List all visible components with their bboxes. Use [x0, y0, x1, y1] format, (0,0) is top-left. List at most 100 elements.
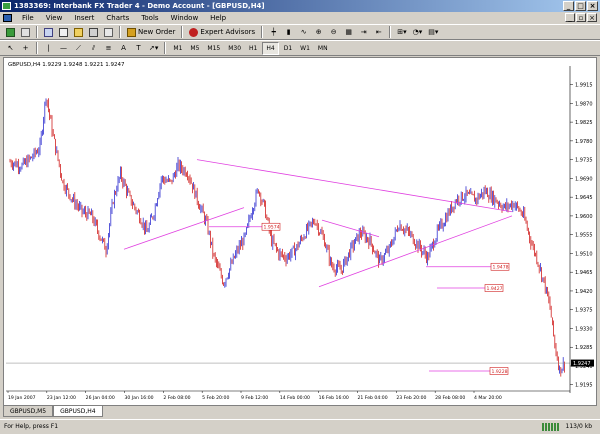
chart-close-button[interactable]: × [587, 13, 597, 22]
price-tick-label: 1.9330 [575, 326, 593, 332]
timeframe-d1[interactable]: D1 [281, 42, 295, 55]
time-tick-label: 14 Feb 00:00 [280, 395, 310, 401]
navigator-button[interactable] [72, 26, 85, 39]
arrows-button[interactable]: ➚▾ [147, 42, 160, 55]
chart-header: GBPUSD,H4 1.9229 1.9248 1.9221 1.9247 [8, 62, 125, 68]
label-button[interactable]: T [132, 42, 145, 55]
expert-advisors-label: Expert Advisors [200, 28, 256, 36]
menu-help[interactable]: Help [204, 14, 232, 22]
market-watch-button[interactable] [42, 26, 55, 39]
time-tick-label: 2 Feb 08:00 [163, 395, 190, 401]
bar-chart-button[interactable]: ┿ [267, 26, 280, 39]
line-chart-button[interactable]: ∿ [297, 26, 310, 39]
new-chart-icon [6, 27, 15, 37]
text-button[interactable]: A [117, 42, 130, 55]
timeframe-w1[interactable]: W1 [297, 42, 313, 55]
maximize-button[interactable]: □ [575, 1, 586, 11]
trendline [321, 219, 380, 238]
timeframe-h4[interactable]: H4 [262, 41, 279, 55]
expert-advisors-icon [189, 27, 199, 37]
zoom-out-icon: ⊖ [330, 28, 337, 36]
price-chart[interactable]: GBPUSD,H4 1.9229 1.9248 1.9221 1.9247 1.… [4, 58, 596, 405]
price-label: 1.9427 [487, 286, 503, 292]
data-window-button[interactable] [57, 26, 70, 39]
timeframe-h1[interactable]: H1 [246, 42, 260, 55]
tile-windows-button[interactable]: ▦ [342, 26, 355, 39]
price-tick-label: 1.9375 [575, 308, 593, 314]
price-tick-label: 1.9195 [575, 383, 593, 389]
zoom-in-button[interactable]: ⊕ [312, 26, 325, 39]
trendline [318, 215, 513, 288]
close-button[interactable]: × [587, 1, 598, 11]
toolbar-separator [389, 26, 392, 38]
arrow-icon: ➚▾ [149, 44, 159, 52]
indicators-button[interactable]: ⊞▾ [395, 26, 408, 39]
cursor-button[interactable]: ↖ [4, 42, 17, 55]
profiles-icon [21, 27, 30, 37]
trendline-icon: ⟋ [76, 43, 81, 52]
toolbar-separator [36, 26, 38, 38]
new-order-icon [127, 27, 136, 37]
chart-window[interactable]: GBPUSD,H4 1.9229 1.9248 1.9221 1.9247 1.… [3, 57, 597, 406]
timeframe-m5[interactable]: M5 [187, 42, 202, 55]
horizontal-line-button[interactable]: — [57, 42, 70, 55]
price-tick-label: 1.9465 [575, 270, 593, 276]
menu-window[interactable]: Window [165, 14, 205, 22]
candlestick-icon: ▮ [286, 28, 291, 36]
menu-insert[interactable]: Insert [68, 14, 100, 22]
price-tick-label: 1.9645 [575, 195, 593, 201]
expert-advisors-button[interactable]: Expert Advisors [187, 26, 257, 39]
vertical-line-button[interactable]: | [42, 42, 55, 55]
tab-gbpusd-h4[interactable]: GBPUSD,H4 [53, 406, 103, 417]
timeframe-m30[interactable]: M30 [225, 42, 244, 55]
candlestick-button[interactable]: ▮ [282, 26, 295, 39]
trendline [196, 159, 513, 213]
toolbar-separator [119, 26, 121, 38]
price-tick-label: 1.9915 [575, 83, 593, 89]
menu-file[interactable]: File [16, 14, 40, 22]
time-tick-label: 28 Feb 08:00 [435, 395, 465, 401]
price-tick-label: 1.9825 [575, 120, 593, 126]
chart-restore-button[interactable]: ▫ [576, 13, 586, 22]
candles-layer [9, 98, 565, 377]
status-traffic: 113/0 kb [565, 423, 592, 430]
tab-gbpusd-m5[interactable]: GBPUSD,M5 [3, 406, 54, 417]
periods-button[interactable]: ◔▾ [411, 26, 425, 39]
chart-tabs: GBPUSD,M5 GBPUSD,H4 [3, 406, 597, 418]
crosshair-button[interactable]: + [19, 42, 32, 55]
templates-button[interactable]: ▤▾ [426, 26, 440, 39]
channel-button[interactable]: ⫽ [87, 42, 100, 55]
price-tick-label: 1.9510 [575, 251, 593, 257]
window-title: 1383369: Interbank FX Trader 4 - Demo Ac… [14, 2, 265, 10]
auto-scroll-button[interactable]: ⇥ [357, 26, 370, 39]
clock-icon: ◔▾ [412, 28, 423, 36]
price-tick-label: 1.9555 [575, 233, 593, 239]
zoom-out-button[interactable]: ⊖ [327, 26, 340, 39]
title-bar: 1383369: Interbank FX Trader 4 - Demo Ac… [0, 0, 600, 12]
timeframe-m1[interactable]: M1 [170, 42, 185, 55]
time-tick-label: 19 Jan 2007 [8, 395, 36, 401]
time-tick-label: 16 Feb 16:00 [319, 395, 349, 401]
time-tick-label: 23 Jan 12:00 [47, 395, 76, 401]
fibonacci-button[interactable]: ≡ [102, 42, 115, 55]
timeframe-m15[interactable]: M15 [204, 42, 223, 55]
price-label: 1.9228 [492, 369, 508, 375]
trendline [123, 207, 245, 250]
new-order-button[interactable]: New Order [125, 26, 177, 39]
chart-shift-button[interactable]: ⇤ [372, 26, 385, 39]
time-tick-label: 23 Feb 20:00 [396, 395, 426, 401]
timeframe-mn[interactable]: MN [315, 42, 331, 55]
menu-tools[interactable]: Tools [135, 14, 164, 22]
menu-bar: File View Insert Charts Tools Window Hel… [0, 12, 600, 24]
menu-charts[interactable]: Charts [100, 14, 135, 22]
time-tick-label: 30 Jan 16:00 [125, 395, 154, 401]
tester-button[interactable] [102, 26, 115, 39]
chart-minimize-button[interactable]: _ [565, 13, 575, 22]
new-chart-button[interactable] [4, 26, 17, 39]
terminal-icon [89, 27, 98, 37]
profiles-button[interactable] [19, 26, 32, 39]
minimize-button[interactable]: _ [563, 1, 574, 11]
terminal-button[interactable] [87, 26, 100, 39]
trendline-button[interactable]: ⟋ [72, 42, 85, 55]
menu-view[interactable]: View [40, 14, 69, 22]
